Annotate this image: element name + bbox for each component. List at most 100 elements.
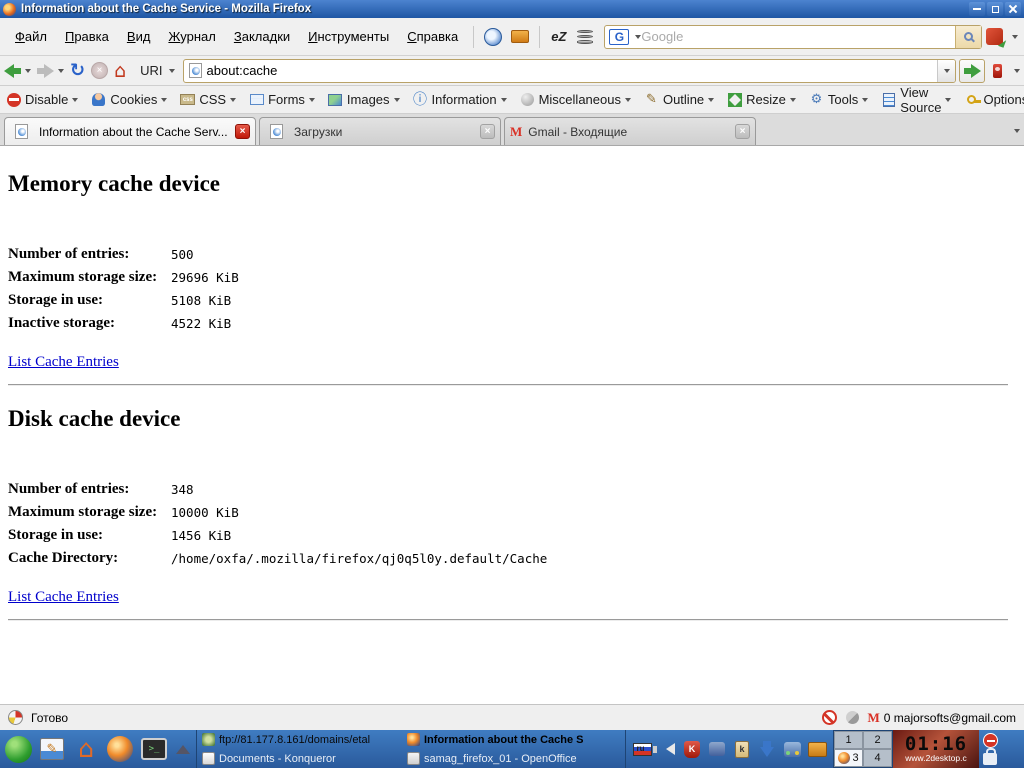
devbar-tools[interactable]: ⚙ Tools [809,92,868,107]
page-content: Memory cache device Number of entries: 5… [0,146,1024,704]
download-manager-icon[interactable] [757,739,777,759]
nav-overflow-dropdown-icon[interactable] [1014,69,1020,73]
devbar-css[interactable]: css CSS [180,92,236,107]
close-button[interactable] [1005,2,1021,16]
cookies-icon [92,93,105,106]
list-cache-entries-link[interactable]: List Cache Entries [8,589,119,606]
search-input[interactable] [641,27,954,47]
desktop-2[interactable]: 2 [863,731,892,749]
maximize-button[interactable] [987,2,1003,16]
menu-edit[interactable]: Правка [56,25,118,48]
minimize-button[interactable] [969,2,985,16]
stop-button[interactable]: × [91,62,108,79]
desktop-3[interactable]: 3 [834,749,863,767]
extension-icon[interactable] [993,64,1002,78]
tab-close-icon[interactable]: × [235,124,250,139]
notes-launcher-icon[interactable]: ✎ [38,735,66,763]
task-konqueror[interactable]: Documents - Konqueror [199,749,404,768]
robot-tray-icon[interactable] [707,739,727,759]
tab-downloads[interactable]: Загрузки × [259,117,501,145]
devbar-images[interactable]: Images [328,92,400,107]
kde-menu-button[interactable] [4,735,32,763]
lock-icon[interactable] [983,753,997,765]
menu-tools[interactable]: Инструменты [299,25,398,48]
scrapbook-icon[interactable] [509,26,529,48]
menu-bookmarks[interactable]: Закладки [225,25,299,48]
openoffice-task-icon [407,752,420,765]
window-titlebar[interactable]: Information about the Cache Service - Mo… [0,0,1024,18]
database-icon[interactable] [575,26,595,48]
url-input[interactable] [207,63,937,78]
task-openoffice[interactable]: samag_firefox_01 - OpenOffice [404,749,629,768]
devbar-resize[interactable]: Resize [727,92,796,107]
url-bar[interactable] [183,59,956,83]
firefox-launcher-icon[interactable] [106,735,134,763]
tab-close-icon[interactable]: × [735,124,750,139]
terminal-launcher-icon[interactable]: >_ [140,735,168,763]
uri-dropdown-icon[interactable] [169,69,175,73]
fasterfox-timer-icon[interactable] [8,710,23,725]
navigation-bar: ↻ × ⌂ URI [0,56,1024,86]
all-tabs-dropdown-icon[interactable] [1014,129,1020,133]
clock-area[interactable]: 01:16 www.2desktop.c [893,730,979,768]
go-button[interactable] [959,59,985,83]
devbar-forms[interactable]: Forms [249,92,315,107]
table-row: Number of entries: 500 [8,243,1016,266]
separator [539,26,540,48]
antivirus-icon[interactable]: K [682,739,702,759]
devbar-miscellaneous[interactable]: Miscellaneous [520,92,631,107]
tab-gmail[interactable]: M Gmail - Входящие × [504,117,756,145]
menu-history[interactable]: Журнал [159,25,224,48]
system-tray: ru K k [626,739,833,759]
menu-file[interactable]: Файл [6,25,56,48]
table-row: Storage in use: 1456 KiB [8,524,1016,547]
page-favicon [189,63,202,78]
panel-expand-icon[interactable] [176,745,190,754]
back-button[interactable] [4,64,21,78]
tab-favicon [15,124,28,139]
proxy-extension-icon[interactable] [985,26,1005,48]
tab-close-icon[interactable]: × [480,124,495,139]
url-dropdown-button[interactable] [937,60,955,82]
klipper-icon[interactable]: k [732,739,752,759]
devbar-information[interactable]: ⓘ Information [413,92,507,107]
devbar-outline[interactable]: ✎ Outline [644,92,714,107]
drawer-tray-icon[interactable] [807,739,827,759]
devbar-cookies[interactable]: Cookies [91,92,167,107]
quick-launch: ✎ ⌂ >_ [0,735,196,763]
task-ftp[interactable]: ftp://81.177.8.161/domains/etal [199,730,404,749]
devbar-disable[interactable]: Disable [6,92,78,107]
extension-dropdown-icon[interactable] [1012,35,1018,39]
status-text: Готово [31,711,68,725]
reload-button[interactable]: ↻ [70,62,85,80]
list-cache-entries-link[interactable]: List Cache Entries [8,354,119,371]
task-firefox-cache[interactable]: Information about the Cache S [404,730,629,749]
adblock-icon[interactable] [822,710,837,725]
search-go-button[interactable] [955,26,981,48]
back-history-dropdown-icon[interactable] [25,69,31,73]
tab-bar: Information about the Cache Serv... × За… [0,114,1024,146]
volume-icon[interactable] [657,739,677,759]
uri-dropdown-label[interactable]: URI [140,63,162,78]
forward-button[interactable] [37,64,54,78]
ez-extension-icon[interactable]: eZ [549,26,569,48]
menu-help[interactable]: Справка [398,25,467,48]
tab-cache-service[interactable]: Information about the Cache Serv... × [4,117,256,145]
gmail-notifier[interactable]: M 0 majorsofts@gmail.com [868,710,1017,726]
devbar-options[interactable]: Options [964,92,1024,107]
logout-icon[interactable] [983,733,998,748]
devbar-view-source[interactable]: View Source [881,85,951,115]
extension-status-icon[interactable] [846,711,859,724]
home-button[interactable]: ⌂ [114,62,126,80]
search-box[interactable]: G [604,25,981,49]
menu-view[interactable]: Вид [118,25,160,48]
home-folder-icon[interactable]: ⌂ [72,735,100,763]
keyboard-layout-icon[interactable]: ru [632,739,652,759]
desktop-4[interactable]: 4 [863,749,892,767]
forward-history-dropdown-icon[interactable] [58,69,64,73]
world-clock-icon[interactable] [483,26,503,48]
taskbar: ✎ ⌂ >_ ftp://81.177.8.161/domains/etal I… [0,730,1024,768]
desktop-1[interactable]: 1 [834,731,863,749]
google-logo-icon[interactable]: G [609,29,629,45]
network-monitor-icon[interactable] [782,739,802,759]
